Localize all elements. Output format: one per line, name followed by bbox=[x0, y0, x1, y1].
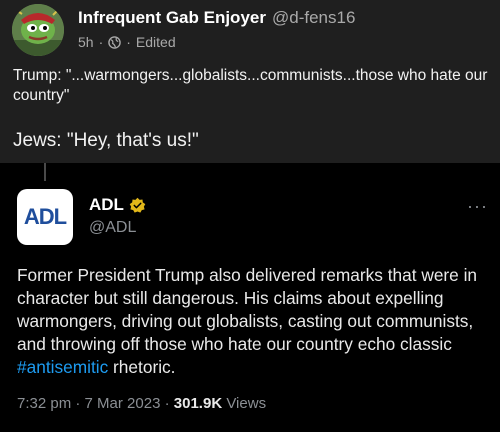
tweet-meta: 7:32 pm · 7 Mar 2023 · 301.9K Views bbox=[17, 395, 266, 412]
post-meta: 5h · · Edited bbox=[78, 34, 176, 50]
adl-avatar[interactable]: ADL bbox=[17, 189, 73, 245]
separator-dot: · bbox=[98, 34, 104, 50]
tweet-author-handle[interactable]: @ADL bbox=[89, 219, 136, 237]
post-time[interactable]: 5h bbox=[78, 34, 94, 50]
views-label: Views bbox=[226, 395, 267, 412]
separator-dot: · bbox=[126, 34, 131, 50]
gab-post: Infrequent Gab Enjoyer @d-fens16 5h · · E… bbox=[0, 0, 500, 163]
tweet-author-name[interactable]: ADL bbox=[89, 195, 124, 215]
tweet-text-tail: rhetoric. bbox=[108, 357, 176, 377]
tweet-text: Former President Trump also delivered re… bbox=[17, 264, 493, 379]
post-author: Infrequent Gab Enjoyer @d-fens16 bbox=[78, 8, 355, 28]
post-text-second: Jews: "Hey, that's us!" bbox=[13, 130, 199, 151]
gold-verified-badge-icon bbox=[129, 197, 146, 213]
frog-avatar-icon bbox=[12, 4, 64, 56]
tweet-date[interactable]: 7 Mar 2023 bbox=[85, 395, 161, 412]
more-options-icon[interactable]: ··· bbox=[467, 196, 488, 217]
tweet-author: ADL bbox=[89, 195, 146, 215]
author-name[interactable]: Infrequent Gab Enjoyer bbox=[78, 8, 266, 27]
author-handle[interactable]: @d-fens16 bbox=[272, 8, 355, 27]
separator-dot: · bbox=[164, 395, 174, 412]
adl-logo: ADL bbox=[23, 204, 67, 229]
tweet-text-body: Former President Trump also delivered re… bbox=[17, 265, 478, 354]
globe-icon bbox=[108, 35, 122, 49]
avatar[interactable] bbox=[12, 4, 64, 56]
views-count: 301.9K bbox=[173, 395, 223, 412]
separator-dot: · bbox=[75, 395, 85, 412]
tweet-time[interactable]: 7:32 pm bbox=[17, 395, 71, 412]
thread-connector bbox=[44, 163, 46, 181]
post-text: Trump: "...warmongers...globalists...com… bbox=[13, 67, 488, 104]
embedded-tweet[interactable]: ADL ADL @ADL ··· Former President Trump … bbox=[0, 163, 500, 432]
hashtag-link[interactable]: #antisemitic bbox=[17, 357, 108, 377]
edited-label[interactable]: Edited bbox=[136, 34, 176, 50]
